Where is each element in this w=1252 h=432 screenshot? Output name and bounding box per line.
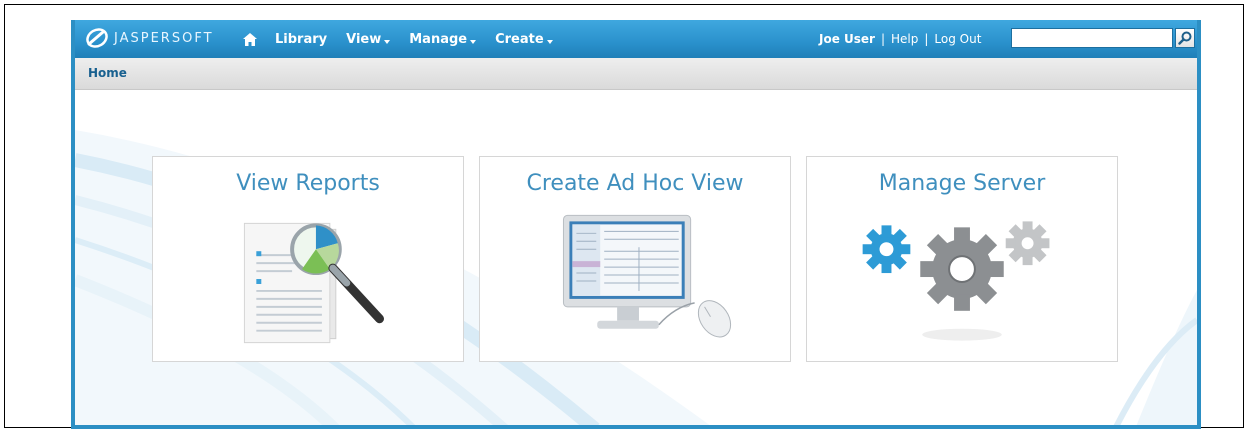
menu-create[interactable]: Create: [495, 32, 553, 47]
tile-view-reports[interactable]: View Reports: [152, 156, 464, 362]
search-icon: [1178, 31, 1192, 45]
logo-text: JASPERSOFT: [114, 30, 214, 46]
app-window: JASPERSOFT Library View Manage Create Jo…: [71, 20, 1201, 429]
menu-view[interactable]: View: [346, 31, 391, 47]
main-menu: Library View Manage Create: [241, 20, 572, 58]
menu-manage[interactable]: Manage: [409, 31, 477, 47]
menu-library-label: Library: [275, 31, 328, 47]
chevron-down-icon: [470, 39, 477, 44]
reports-magnifier-icon: [243, 222, 385, 344]
search-button[interactable]: [1175, 28, 1195, 48]
logo-swoosh-icon: [86, 28, 108, 48]
tile-manage-server[interactable]: Manage Server: [806, 156, 1118, 362]
home-icon: [243, 32, 257, 46]
tile-create-ad-hoc-view-title: Create Ad Hoc View: [526, 171, 744, 196]
breadcrumb-home[interactable]: Home: [88, 66, 127, 80]
separator: |: [880, 32, 886, 46]
user-area: Joe User | Help | Log Out: [819, 20, 981, 58]
help-link[interactable]: Help: [891, 32, 918, 46]
menu-create-label: Create: [495, 31, 544, 47]
menu-view-label: View: [346, 31, 382, 47]
tile-create-ad-hoc-view[interactable]: Create Ad Hoc View: [479, 156, 791, 362]
menu-manage-label: Manage: [409, 31, 468, 47]
jaspersoft-logo[interactable]: JASPERSOFT: [85, 26, 214, 50]
chevron-down-icon: [546, 39, 553, 44]
menu-library[interactable]: Library: [275, 32, 327, 47]
home-content: View Reports Create Ad Hoc View Manage S…: [75, 90, 1197, 425]
search-box: [1011, 28, 1173, 50]
separator: |: [924, 32, 929, 46]
current-user-name[interactable]: Joe User: [819, 32, 875, 46]
monitor-mouse-icon: [562, 214, 732, 338]
chevron-down-icon: [384, 39, 391, 44]
search-input[interactable]: [1012, 31, 1172, 50]
tile-manage-server-title: Manage Server: [878, 171, 1046, 196]
tile-view-reports-title: View Reports: [236, 171, 380, 196]
breadcrumb-bar: Home: [75, 58, 1197, 90]
top-navigation-bar: JASPERSOFT Library View Manage Create Jo…: [75, 20, 1197, 58]
gears-icon: [862, 221, 1050, 341]
home-button[interactable]: [241, 30, 259, 48]
logout-link[interactable]: Log Out: [934, 32, 981, 46]
